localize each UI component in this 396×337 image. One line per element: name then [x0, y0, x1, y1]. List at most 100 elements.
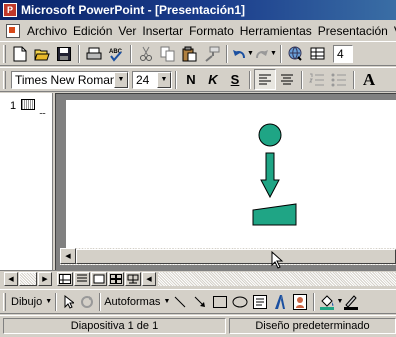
copy-icon[interactable]	[157, 43, 179, 64]
toolbar-grip[interactable]	[3, 70, 6, 89]
cut-icon[interactable]	[135, 43, 157, 64]
toolbar-separator	[249, 70, 251, 89]
standard-toolbar: ABC ▼ ▼ 4	[0, 41, 396, 66]
increase-font-size-button[interactable]: A	[358, 69, 380, 90]
menu-presentacion[interactable]: Presentación	[315, 24, 391, 38]
status-bar: Diapositiva 1 de 1 Diseño predeterminado	[0, 315, 396, 337]
font-name-value: Times New Roman	[15, 72, 114, 87]
slide-scroll-left-icon[interactable]: ◀	[142, 272, 156, 286]
toolbar-grip[interactable]	[3, 44, 6, 63]
rectangle-tool-icon[interactable]	[210, 291, 230, 312]
tables-borders-icon[interactable]	[307, 43, 329, 64]
toolbar-grip[interactable]	[3, 292, 6, 311]
font-size-combo[interactable]: 24 ▼	[132, 70, 172, 89]
menu-ventana[interactable]: V	[391, 24, 396, 38]
toolbar-separator	[301, 70, 303, 89]
insert-clipart-icon[interactable]	[290, 291, 310, 312]
slide-canvas[interactable]	[66, 100, 396, 248]
select-objects-icon[interactable]	[60, 291, 78, 312]
drawing-toolbar: Dibujo ▼ Autoformas ▼ ▼	[0, 289, 396, 314]
chevron-down-icon[interactable]: ▼	[45, 298, 52, 305]
outline-scroll-track[interactable]	[19, 272, 37, 286]
outline-scroll-right-icon[interactable]: ▶	[38, 272, 52, 286]
font-name-combo[interactable]: Times New Roman ▼	[11, 70, 129, 89]
zoom-combo[interactable]: 4	[333, 44, 353, 63]
line-color-icon[interactable]	[343, 291, 359, 312]
spellcheck-icon[interactable]: ABC	[105, 43, 127, 64]
menu-herramientas[interactable]: Herramientas	[237, 24, 315, 38]
align-center-icon[interactable]	[276, 69, 298, 90]
text-box-tool-icon[interactable]	[250, 291, 270, 312]
new-document-icon[interactable]	[9, 43, 31, 64]
normal-view-icon[interactable]	[57, 272, 73, 286]
undo-icon[interactable]	[231, 43, 247, 64]
draw-menu-button[interactable]: Dibujo	[11, 296, 42, 308]
scrollbar-thumb[interactable]	[76, 249, 396, 264]
toolbar-separator	[130, 44, 132, 63]
toolbar-separator	[175, 70, 177, 89]
format-painter-icon[interactable]	[201, 43, 223, 64]
free-rotate-icon[interactable]	[78, 291, 96, 312]
outline-pane[interactable]	[0, 93, 53, 270]
slide-drawing	[252, 123, 297, 226]
italic-button[interactable]: K	[202, 69, 224, 90]
bold-button[interactable]: N	[180, 69, 202, 90]
powerpoint-app-icon[interactable]: P	[3, 3, 17, 17]
save-icon[interactable]	[53, 43, 75, 64]
toolbar-separator	[78, 44, 80, 63]
chevron-down-icon[interactable]: ▼	[157, 71, 171, 88]
open-folder-icon[interactable]	[31, 43, 53, 64]
fill-color-icon[interactable]	[318, 291, 336, 312]
menu-insertar[interactable]: Insertar	[139, 24, 186, 38]
undo-dropdown-icon[interactable]: ▼	[247, 50, 254, 57]
toolbar-separator	[226, 44, 228, 63]
redo-dropdown-icon[interactable]: ▼	[270, 50, 277, 57]
window-title: Microsoft PowerPoint - [Presentación1]	[21, 3, 246, 17]
align-left-icon[interactable]	[254, 69, 276, 90]
toolbar-separator	[280, 44, 282, 63]
toolbar-separator	[353, 70, 355, 89]
bullets-icon[interactable]	[328, 69, 350, 90]
trapezoid-shape[interactable]	[252, 203, 297, 226]
menu-formato[interactable]: Formato	[186, 24, 237, 38]
oval-tool-icon[interactable]	[230, 291, 250, 312]
paste-icon[interactable]	[179, 43, 201, 64]
outline-scroll-left-icon[interactable]: ◀	[4, 272, 18, 286]
chevron-down-icon[interactable]: ▼	[114, 71, 128, 88]
print-icon[interactable]	[83, 43, 105, 64]
slide-sorter-view-icon[interactable]	[108, 272, 124, 286]
document-icon[interactable]	[6, 23, 20, 38]
insert-hyperlink-icon[interactable]	[285, 43, 307, 64]
zoom-value: 4	[337, 46, 344, 61]
down-arrow-shape[interactable]	[260, 152, 280, 199]
outline-view-icon[interactable]	[74, 272, 90, 286]
circle-shape[interactable]	[258, 123, 282, 147]
slide-view-icon[interactable]	[91, 272, 107, 286]
wordart-tool-icon[interactable]	[270, 291, 290, 312]
font-size-value: 24	[136, 72, 150, 87]
arrow-tool-icon[interactable]	[190, 291, 210, 312]
chevron-down-icon[interactable]: ▼	[163, 298, 170, 305]
slide-scroll-track[interactable]	[158, 272, 396, 286]
menu-archivo[interactable]: Archivo	[24, 24, 70, 38]
scroll-left-arrow-icon[interactable]: ◀	[60, 248, 76, 264]
autoshapes-menu-button[interactable]: Autoformas	[104, 296, 160, 308]
numbering-icon[interactable]	[306, 69, 328, 90]
slide-thumbnail-icon[interactable]	[21, 99, 35, 110]
formatting-toolbar: Times New Roman ▼ 24 ▼ N K S A	[0, 67, 396, 92]
slide-position-status: Diapositiva 1 de 1	[3, 318, 226, 334]
menu-ver[interactable]: Ver	[115, 24, 139, 38]
menu-bar: Archivo Edición Ver Insertar Formato Her…	[0, 20, 396, 41]
view-bar: ◀ ▶ ◀	[0, 270, 396, 287]
toolbar-separator	[55, 292, 58, 311]
line-tool-icon[interactable]	[170, 291, 190, 312]
design-template-status: Diseño predeterminado	[229, 318, 396, 334]
chevron-down-icon[interactable]: ▼	[336, 298, 343, 305]
underline-button[interactable]: S	[224, 69, 246, 90]
redo-icon[interactable]	[254, 43, 270, 64]
toolbar-separator	[99, 292, 102, 311]
slide-title-placeholder: ....	[39, 106, 46, 116]
slideshow-view-icon[interactable]	[125, 272, 141, 286]
mouse-cursor-icon	[271, 250, 285, 272]
menu-edicion[interactable]: Edición	[70, 24, 115, 38]
